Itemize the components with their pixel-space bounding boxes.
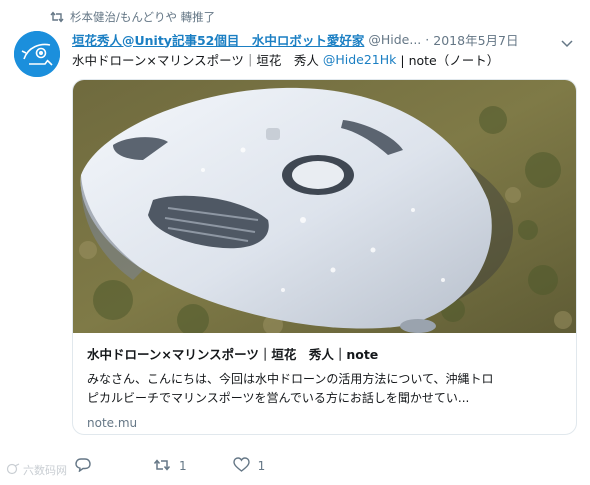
heart-icon [232,457,250,475]
retweet-context-text[interactable]: 杉本健治/もんどりや 轉推了 [70,9,215,25]
retweet-icon [153,458,171,475]
avatar[interactable] [14,31,60,77]
tweet-text-tail: | note（ノート） [400,52,500,68]
tweet-text-main: 水中ドローン×マリンスポーツ｜垣花 秀人 [72,52,319,68]
mention-link[interactable]: @Hide21Hk [323,52,397,67]
retweet-button[interactable]: 1 [153,458,187,475]
like-button[interactable]: 1 [232,457,266,475]
tweet-header: 垣花秀人@Unity記事52個目 水中ロボット愛好家 @Hide... · 20… [72,30,552,48]
tweet-actions: 1 1 [75,456,265,476]
reply-button[interactable] [75,457,91,475]
retweet-count: 1 [179,459,187,473]
like-count: 1 [257,459,266,473]
retweet-icon [50,11,64,23]
link-card[interactable]: 水中ドローン×マリンスポーツ｜垣花 秀人｜note みなさん、こんにちは、今回は… [72,79,577,435]
watermark: 六数码网 [6,462,67,478]
card-description-line: みなさん、こんにちは、今回は水中ドローンの活用方法について、沖縄トロ [87,372,494,386]
card-image[interactable] [73,80,576,336]
card-description: みなさん、こんにちは、今回は水中ドローンの活用方法について、沖縄トロ ピカルビー… [87,370,567,408]
header-separator: · [425,31,430,47]
author-name[interactable]: 垣花秀人@Unity記事52個目 水中ロボット愛好家 [72,30,364,49]
tweet-date[interactable]: 2018年5月7日 [433,30,518,49]
card-domain[interactable]: note.mu [87,416,567,430]
author-handle[interactable]: @Hide... [368,32,421,47]
tweet-text: 水中ドローン×マリンスポーツ｜垣花 秀人 @Hide21Hk | note（ノー… [72,50,572,68]
card-body: 水中ドローン×マリンスポーツ｜垣花 秀人｜note みなさん、こんにちは、今回は… [87,346,567,430]
card-title[interactable]: 水中ドローン×マリンスポーツ｜垣花 秀人｜note [87,346,567,364]
card-description-line: ピカルビーチでマリンスポーツを営んでいる方にお話しを聞かせてい... [87,391,470,405]
retweet-context: 杉本健治/もんどりや 轉推了 [50,8,215,26]
watermark-text: 六数码网 [23,464,67,477]
reply-icon [75,457,91,475]
watermark-logo-icon [6,462,20,478]
